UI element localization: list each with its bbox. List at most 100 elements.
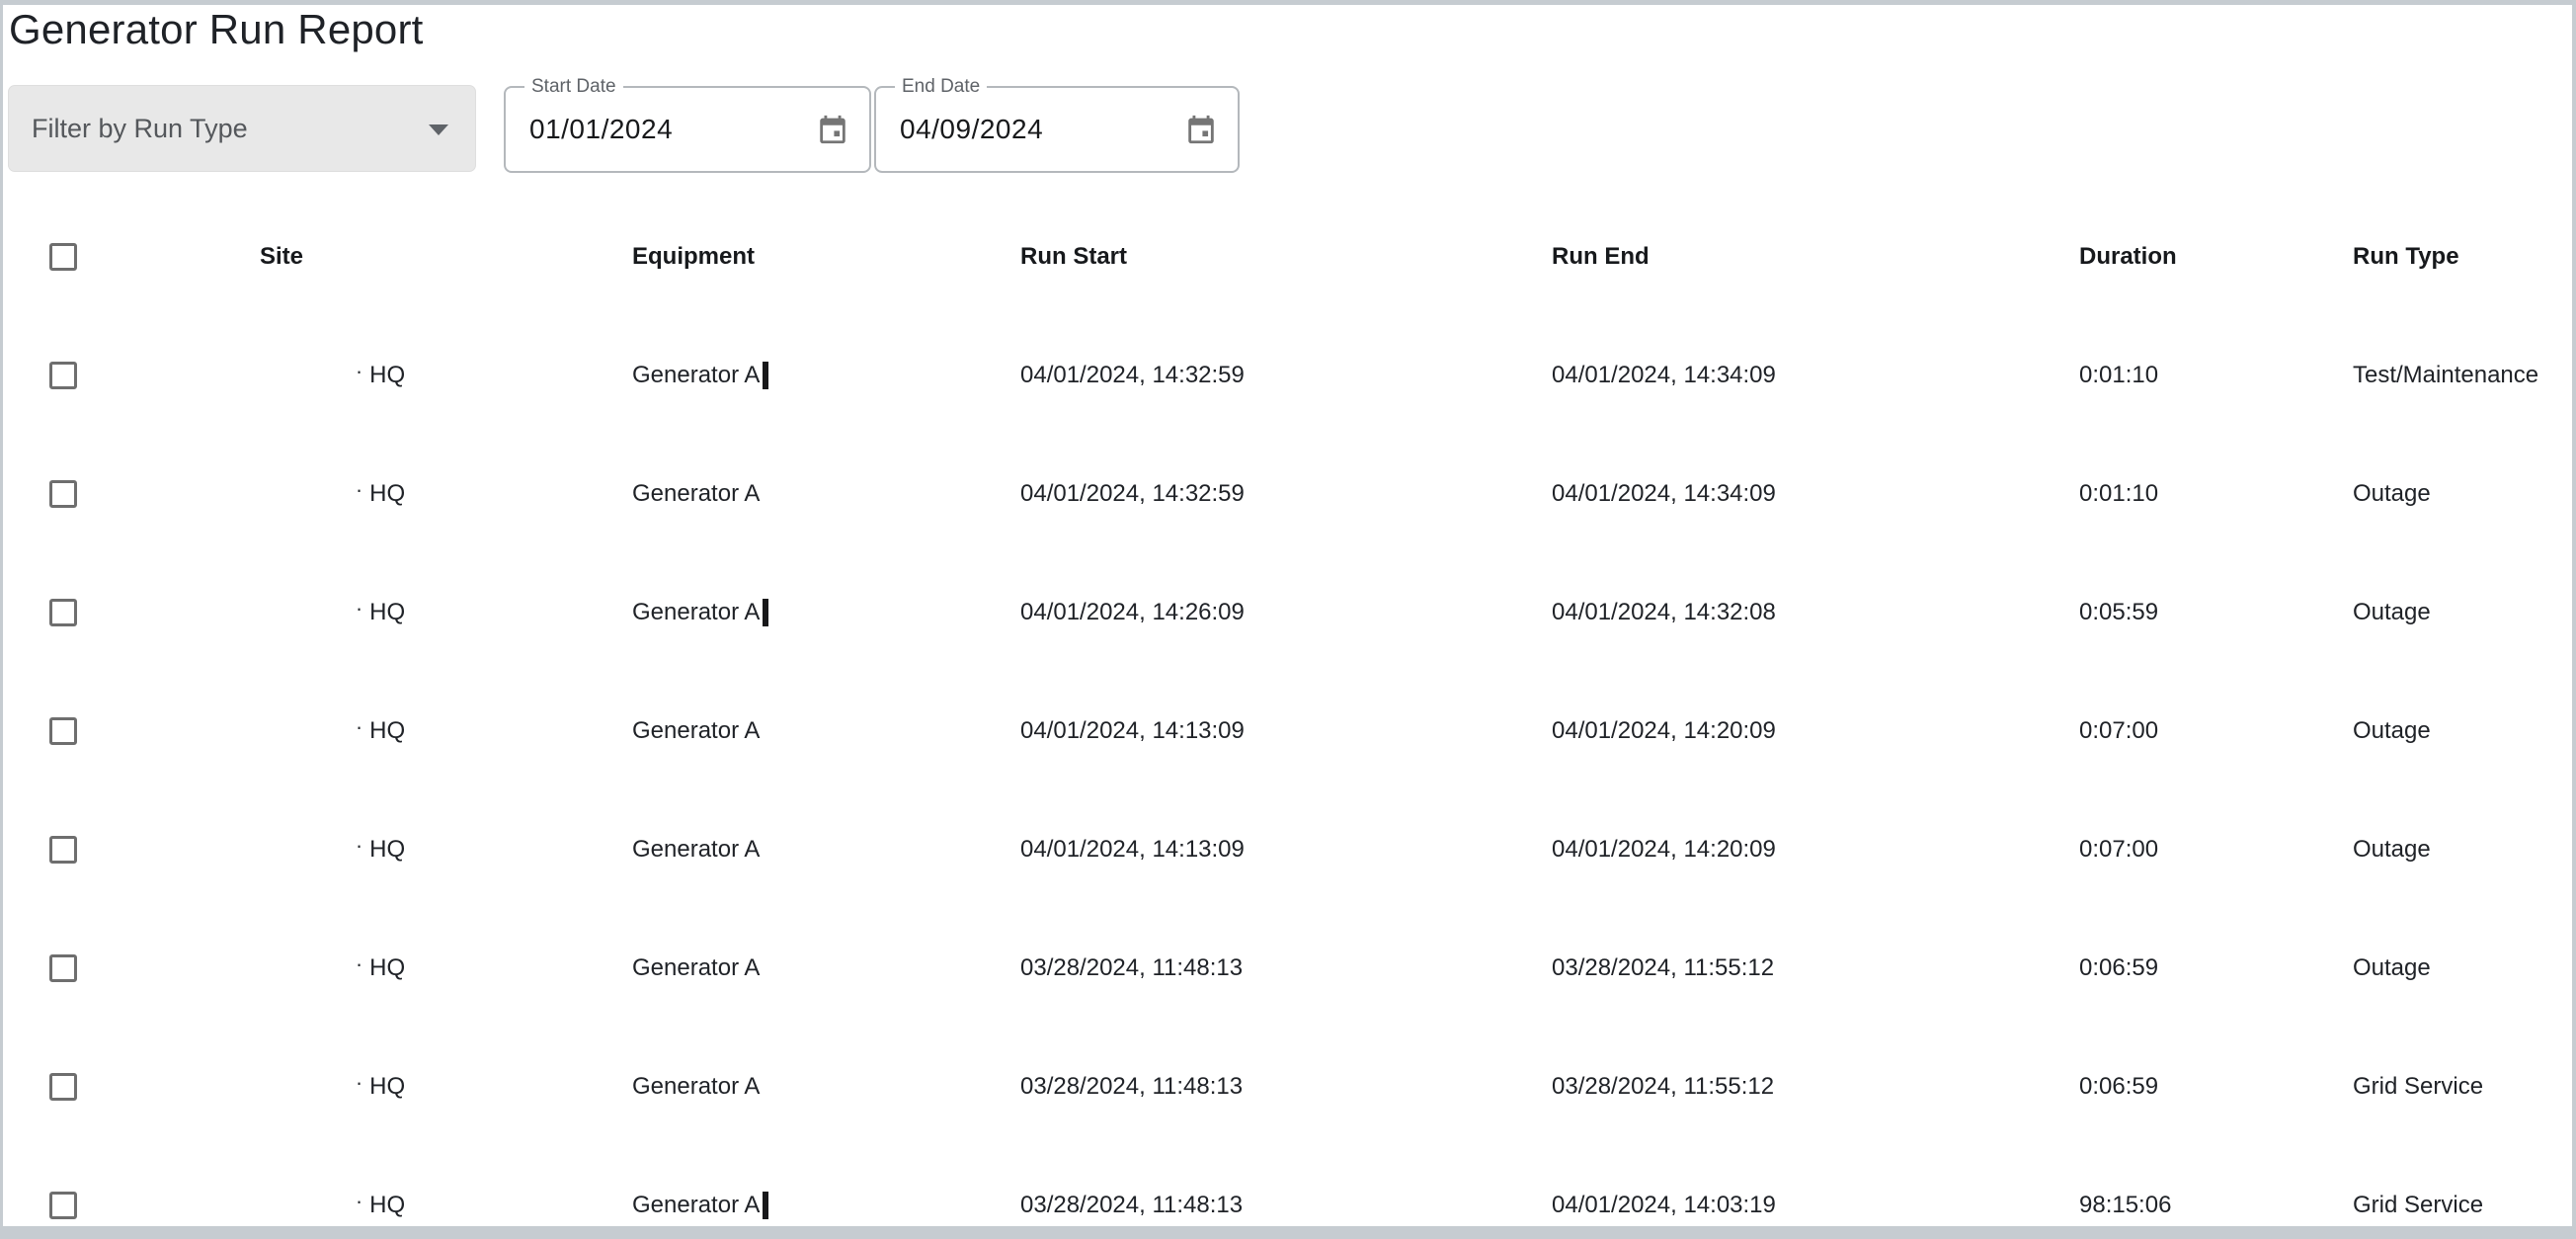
table-row: ·HQGenerator A04/01/2024, 14:32:5904/01/… (3, 435, 2572, 553)
column-header-run-end: Run End (1552, 243, 2079, 271)
equipment-label: Generator A (632, 1073, 760, 1101)
site-bullet: · (356, 477, 362, 503)
start-date-field[interactable]: Start Date 01/01/2024 (504, 86, 871, 173)
site-label: HQ (369, 1073, 405, 1101)
equipment-label: Generator A (632, 717, 760, 745)
table-row: · HQ Generator A 03/28/2024, 11:48:1304/01/… (3, 1146, 2572, 1226)
table-row: ·HQGenerator A 04/01/2024, 14:26:0904/01/… (3, 553, 2572, 672)
row-checkbox[interactable] (49, 836, 77, 864)
equipment-label: Generator A (632, 836, 760, 864)
table-row: ·HQGenerator A03/28/2024, 11:48:1303/28/… (3, 909, 2572, 1028)
cell-equipment: Generator A (632, 362, 1020, 389)
column-header-duration: Duration (2079, 243, 2353, 271)
row-checkbox[interactable] (49, 954, 77, 982)
site-label: HQ (369, 362, 405, 389)
cell-duration: 0:05:59 (2079, 599, 2353, 626)
cell-run-end: 04/01/2024, 14:34:09 (1552, 362, 2079, 389)
cell-run-end: 04/01/2024, 14:32:08 (1552, 599, 2079, 626)
cell-duration: 0:06:59 (2079, 954, 2353, 982)
cell-equipment: Generator A (632, 1192, 1020, 1219)
cell-run-type: Grid Service (2353, 1192, 2572, 1219)
equipment-label: Generator A (632, 1192, 760, 1219)
cell-run-end: 03/28/2024, 11:55:12 (1552, 1073, 2079, 1101)
cell-run-start: 04/01/2024, 14:13:09 (1020, 717, 1552, 745)
table-row: · HQ Generator A04/01/2024, 14:32:5904/01/… (3, 316, 2572, 435)
table-header-row: Site Equipment Run Start Run End Duratio… (3, 198, 2572, 316)
cell-run-start: 03/28/2024, 11:48:13 (1020, 954, 1552, 982)
equipment-label: Generator A (632, 954, 760, 982)
table-body: ·HQGenerator A04/01/2024, 14:32:5904/01/… (3, 316, 2572, 1226)
site-label: HQ (369, 599, 405, 626)
row-checkbox[interactable] (49, 362, 77, 389)
cell-run-start: 04/01/2024, 14:32:59 (1020, 362, 1552, 389)
column-header-site: Site (30, 243, 533, 271)
report-page: Generator Run Report Filter by Run Type … (3, 5, 2572, 1226)
row-checkbox[interactable] (49, 480, 77, 508)
cell-run-type: Grid Service (2353, 1073, 2572, 1101)
cell-site: ·HQ (128, 599, 632, 626)
cell-equipment: Generator A (632, 599, 1020, 626)
calendar-icon[interactable] (1184, 113, 1218, 146)
column-header-run-start: Run Start (1020, 243, 1552, 271)
cell-run-end: 03/28/2024, 11:55:12 (1552, 954, 2079, 982)
cell-site: ·HQ (128, 480, 632, 508)
cell-run-end: 04/01/2024, 14:20:09 (1552, 836, 2079, 864)
text-cursor (763, 1192, 768, 1219)
cell-site: · HQ (128, 717, 632, 745)
table-row: · HQ Generator A 04/01/2024, 14:13:0904/01/… (3, 672, 2572, 790)
column-header-equipment: Equipment (632, 243, 1020, 271)
cell-equipment: Generator A (632, 480, 1020, 508)
cell-run-start: 03/28/2024, 11:48:13 (1020, 1073, 1552, 1101)
start-date-input[interactable]: 01/01/2024 (529, 114, 673, 145)
cell-run-type: Outage (2353, 954, 2572, 982)
page-title: Generator Run Report (9, 6, 424, 53)
cell-duration: 0:01:10 (2079, 362, 2353, 389)
row-checkbox[interactable] (49, 717, 77, 745)
cell-duration: 0:06:59 (2079, 1073, 2353, 1101)
cell-site: · HQ (128, 1073, 632, 1101)
site-bullet: · (356, 833, 362, 859)
cell-run-end: 04/01/2024, 14:20:09 (1552, 717, 2079, 745)
site-bullet: · (356, 359, 362, 384)
site-label: HQ (369, 717, 405, 745)
site-bullet: · (356, 1189, 362, 1214)
cell-run-start: 04/01/2024, 14:13:09 (1020, 836, 1552, 864)
cell-run-type: Outage (2353, 836, 2572, 864)
site-label: HQ (369, 836, 405, 864)
site-label: HQ (369, 954, 405, 982)
site-bullet: · (356, 714, 362, 740)
text-cursor (763, 599, 768, 626)
end-date-label: End Date (895, 76, 987, 98)
cell-site: · HQ (128, 836, 632, 864)
cell-duration: 98:15:06 (2079, 1192, 2353, 1219)
equipment-label: Generator A (632, 599, 760, 626)
calendar-icon[interactable] (816, 113, 849, 146)
run-report-table: Site Equipment Run Start Run End Duratio… (3, 198, 2572, 1226)
cell-duration: 0:07:00 (2079, 836, 2353, 864)
cell-duration: 0:01:10 (2079, 480, 2353, 508)
start-date-label: Start Date (524, 76, 623, 98)
cell-equipment: Generator A (632, 1073, 1020, 1101)
cell-run-start: 03/28/2024, 11:48:13 (1020, 1192, 1552, 1219)
table-row: · HQ Generator A 03/28/2024, 11:48:1303/28/… (3, 1028, 2572, 1146)
row-checkbox[interactable] (49, 1073, 77, 1101)
cell-site: · HQ (128, 362, 632, 389)
column-header-run-type: Run Type (2353, 243, 2572, 271)
cell-run-type: Outage (2353, 599, 2572, 626)
end-date-field[interactable]: End Date 04/09/2024 (874, 86, 1240, 173)
cell-duration: 0:07:00 (2079, 717, 2353, 745)
row-checkbox[interactable] (49, 599, 77, 626)
dropdown-arrow-icon (429, 124, 448, 135)
cell-run-end: 04/01/2024, 14:03:19 (1552, 1192, 2079, 1219)
cell-run-start: 04/01/2024, 14:32:59 (1020, 480, 1552, 508)
cell-equipment: Generator A (632, 954, 1020, 982)
end-date-input[interactable]: 04/09/2024 (900, 114, 1043, 145)
cell-run-end: 04/01/2024, 14:34:09 (1552, 480, 2079, 508)
run-type-filter-label: Filter by Run Type (32, 114, 248, 144)
cell-run-start: 04/01/2024, 14:26:09 (1020, 599, 1552, 626)
row-checkbox[interactable] (49, 1192, 77, 1219)
site-label: HQ (369, 1192, 405, 1219)
site-bullet: · (356, 1070, 362, 1096)
text-cursor (763, 362, 768, 389)
run-type-filter-select[interactable]: Filter by Run Type (8, 85, 476, 172)
